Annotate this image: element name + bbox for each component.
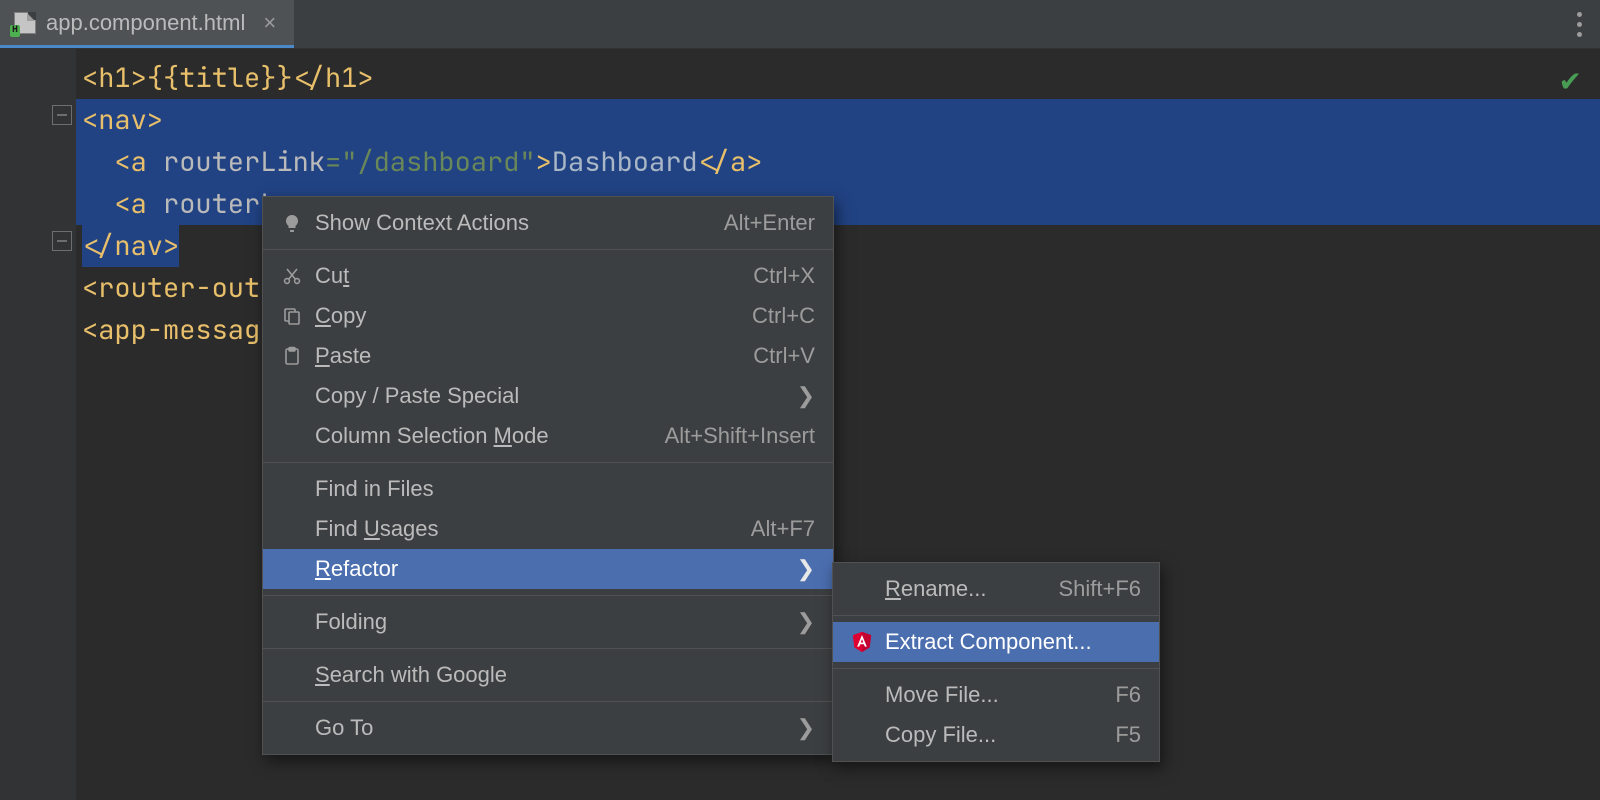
- menu-separator: [263, 249, 833, 250]
- shortcut-text: F5: [1075, 722, 1141, 748]
- menu-separator: [833, 668, 1159, 669]
- shortcut-text: Alt+Enter: [684, 210, 815, 236]
- context-menu: Show Context Actions Alt+Enter Cut Ctrl+…: [262, 196, 834, 755]
- editor-tab[interactable]: H app.component.html ×: [0, 0, 294, 48]
- editor-gutter: [0, 49, 76, 800]
- menu-extract-component[interactable]: Extract Component...: [833, 622, 1159, 662]
- close-tab-icon[interactable]: ×: [263, 10, 276, 36]
- editor-tab-bar: H app.component.html ×: [0, 0, 1600, 49]
- html-file-icon: H: [14, 12, 36, 34]
- shortcut-text: Ctrl+X: [713, 263, 815, 289]
- menu-separator: [263, 595, 833, 596]
- shortcut-text: Alt+Shift+Insert: [625, 423, 815, 449]
- menu-copy-paste-special[interactable]: Copy / Paste Special ❯: [263, 376, 833, 416]
- menu-paste[interactable]: Paste Ctrl+V: [263, 336, 833, 376]
- submenu-arrow-icon: ❯: [757, 609, 815, 635]
- menu-find-usages[interactable]: Find Usages Alt+F7: [263, 509, 833, 549]
- fold-toggle-icon[interactable]: [52, 105, 72, 125]
- menu-refactor[interactable]: Refactor ❯: [263, 549, 833, 589]
- submenu-arrow-icon: ❯: [757, 383, 815, 409]
- copy-icon: [279, 306, 305, 326]
- fold-toggle-icon[interactable]: [52, 231, 72, 251]
- menu-separator: [263, 462, 833, 463]
- code-line: <a routerLink="/dashboard">Dashboard</a>: [76, 141, 1600, 183]
- bulb-icon: [279, 213, 305, 233]
- menu-separator: [263, 648, 833, 649]
- shortcut-text: Shift+F6: [1018, 576, 1141, 602]
- shortcut-text: Ctrl+C: [712, 303, 815, 329]
- menu-copy[interactable]: Copy Ctrl+C: [263, 296, 833, 336]
- refactor-submenu: Rename... Shift+F6 Extract Component... …: [832, 562, 1160, 762]
- tab-filename: app.component.html: [46, 10, 245, 36]
- menu-column-selection[interactable]: Column Selection Mode Alt+Shift+Insert: [263, 416, 833, 456]
- submenu-arrow-icon: ❯: [757, 556, 815, 582]
- menu-copy-file[interactable]: Copy File... F5: [833, 715, 1159, 755]
- menu-go-to[interactable]: Go To ❯: [263, 708, 833, 748]
- angular-icon: [849, 631, 875, 653]
- menu-folding[interactable]: Folding ❯: [263, 602, 833, 642]
- inspection-ok-icon[interactable]: ✔: [1559, 61, 1582, 103]
- submenu-arrow-icon: ❯: [757, 715, 815, 741]
- menu-separator: [263, 701, 833, 702]
- paste-icon: [279, 346, 305, 366]
- menu-cut[interactable]: Cut Ctrl+X: [263, 256, 833, 296]
- menu-search-google[interactable]: Search with Google: [263, 655, 833, 695]
- cut-icon: [279, 266, 305, 286]
- shortcut-text: Alt+F7: [711, 516, 815, 542]
- shortcut-text: Ctrl+V: [713, 343, 815, 369]
- code-line: <nav>: [76, 99, 1600, 141]
- shortcut-text: F6: [1075, 682, 1141, 708]
- menu-show-context-actions[interactable]: Show Context Actions Alt+Enter: [263, 203, 833, 243]
- tab-options-button[interactable]: [1577, 0, 1582, 48]
- ide-window: H app.component.html × <h1>{{title}}</h1…: [0, 0, 1600, 800]
- code-line: <h1>{{title}}</h1>: [76, 57, 1600, 99]
- menu-rename[interactable]: Rename... Shift+F6: [833, 569, 1159, 609]
- menu-separator: [833, 615, 1159, 616]
- menu-find-in-files[interactable]: Find in Files: [263, 469, 833, 509]
- menu-move-file[interactable]: Move File... F6: [833, 675, 1159, 715]
